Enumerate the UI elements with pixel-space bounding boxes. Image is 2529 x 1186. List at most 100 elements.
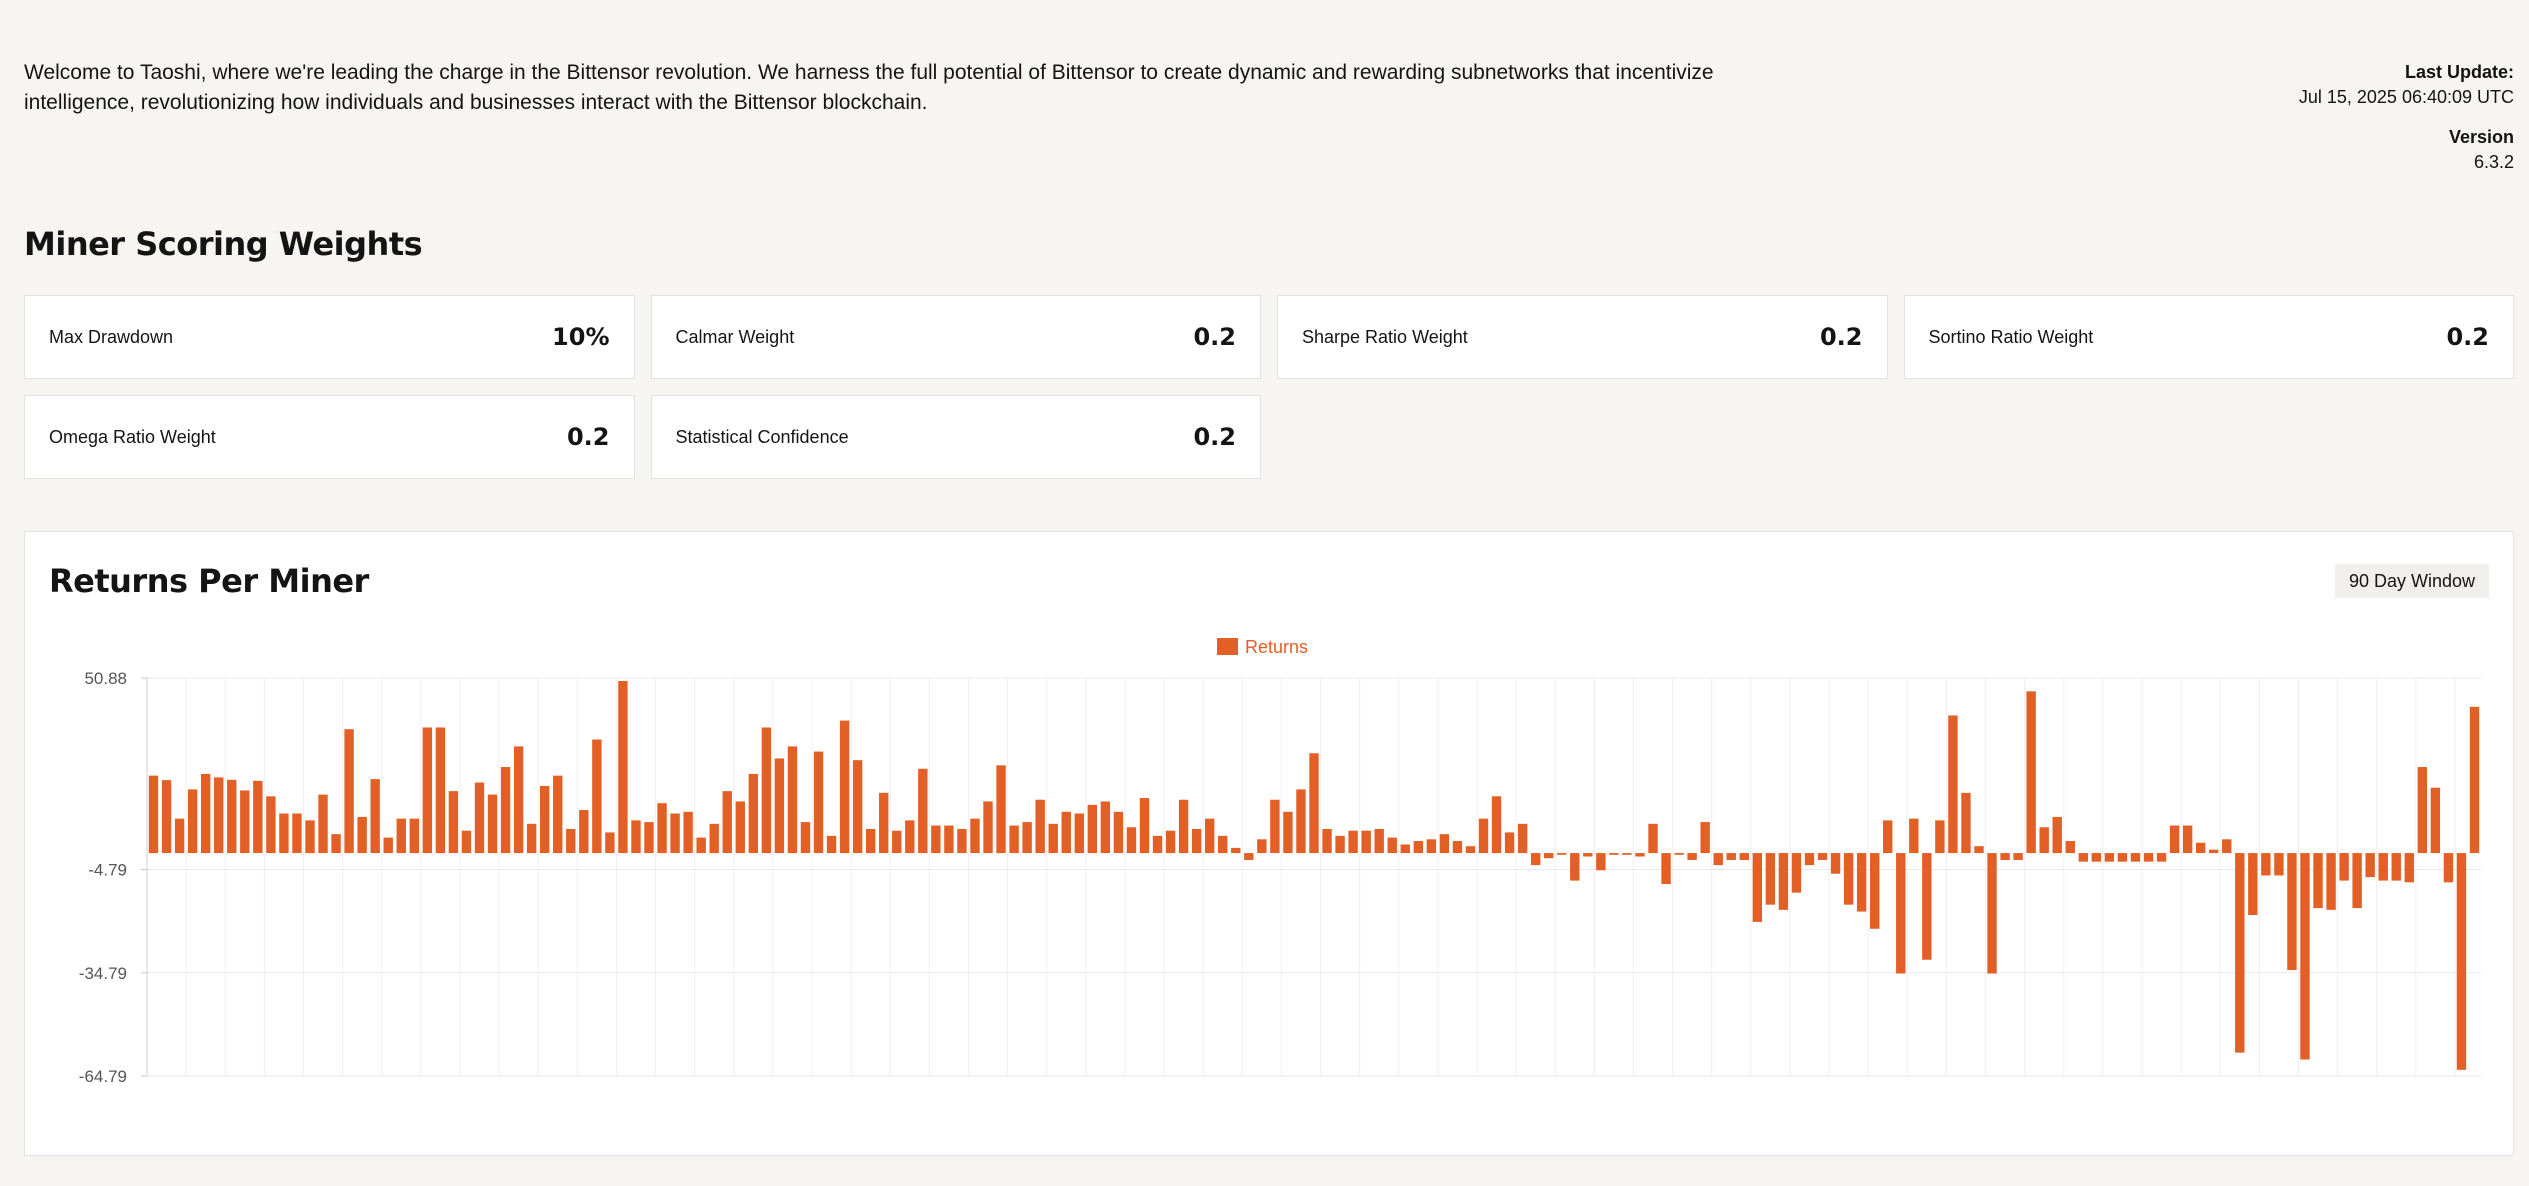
bar [174,818,185,854]
weight-card-label: Calmar Weight [675,326,795,347]
bar [2248,853,2258,915]
bar [1126,827,1137,854]
bar [1817,853,1828,860]
bar [2169,825,2180,854]
bar [2365,853,2375,878]
bar [1609,853,1619,855]
bar [318,794,328,854]
bar [1100,801,1111,854]
bar [657,803,667,854]
bar [918,768,928,854]
bar [487,794,498,854]
weight-card-value: 10% [552,323,610,351]
bar [2443,853,2454,883]
bar [1178,799,1189,854]
last-update-label: Last Update: [2404,62,2514,82]
bar [1896,853,1906,974]
weight-card-value: 0.2 [1819,323,1863,351]
bar [1348,830,1358,854]
bar [696,837,706,854]
bar [2052,816,2062,854]
bar [2156,853,2167,862]
bar [1009,825,1019,854]
bar [540,785,550,854]
bar [1152,835,1163,854]
bar [905,820,915,854]
weight-card-label: Sortino Ratio Weight [1928,326,2094,347]
bar [187,789,198,854]
bar [1726,853,1736,860]
bar [396,818,406,854]
scoring-weights-title: Miner Scoring Weights [24,225,423,263]
bar [2065,841,2075,854]
bar [2287,853,2297,971]
bar [644,822,654,854]
bar [331,834,341,854]
bar [1452,841,1463,854]
bar [1830,853,1841,874]
bar [787,746,798,854]
bar [1426,839,1437,854]
bar [1113,811,1124,854]
bar [1517,823,1528,854]
bar [2339,853,2349,881]
bar [1752,853,1763,922]
bar [1635,853,1645,857]
y-tick-label: -34.79 [79,964,127,983]
bar [774,758,785,854]
bar [683,811,693,854]
bar [2417,767,2428,854]
weight-card-label: Sharpe Ratio Weight [1302,326,1468,347]
bar [1778,853,1789,910]
bar [1804,853,1815,866]
bar [279,813,289,854]
bar [1244,853,1254,860]
bar [1948,715,1958,854]
bar [1491,796,1502,854]
weight-card-value: 0.2 [1193,423,1236,451]
bar [566,828,576,854]
bar [2391,853,2401,881]
meta-panel: Last Update: Jul 15, 2025 06:40:09 UTC V… [2299,60,2514,190]
bar [526,823,537,854]
bar [1648,823,1658,854]
bar [1700,822,1710,854]
legend-label: Returns [1245,637,1308,657]
version-label: Version [2448,127,2514,147]
bar [2326,853,2336,910]
bar [1439,834,1450,854]
bar [1022,822,1032,854]
bar [2104,853,2115,862]
bar [2300,853,2310,1060]
bar [214,777,224,854]
bar [1270,799,1280,854]
bar [618,681,628,854]
bar [1687,853,1697,860]
bar [1165,830,1176,854]
bar [2195,842,2206,854]
bar [553,775,563,854]
bar [852,760,863,854]
bar [2430,787,2441,854]
bar [2222,839,2232,854]
bar [1961,792,1971,854]
version-value: 6.3.2 [2473,152,2514,172]
bar [448,791,459,854]
bar [1074,813,1084,854]
bar [839,720,850,854]
bar [292,813,302,854]
bar [761,727,772,854]
bar [1661,853,1671,885]
bar [500,767,511,854]
weight-card-value: 0.2 [1193,323,1236,351]
bar [1530,853,1541,866]
bar [826,835,837,854]
last-update-value: Jul 15, 2025 06:40:09 UTC [2298,87,2514,107]
legend-swatch [1217,638,1238,655]
weight-card-label: Max Drawdown [49,326,174,347]
bar [1843,853,1854,905]
bar [2404,853,2414,883]
bar [813,751,824,854]
bar [931,825,941,854]
bar [2013,853,2023,860]
